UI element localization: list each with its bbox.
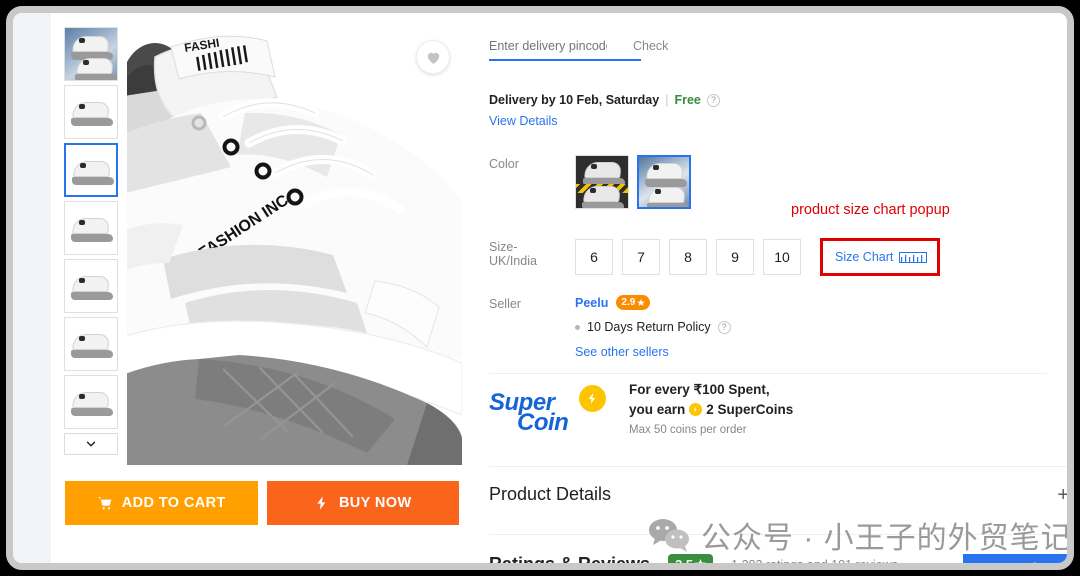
color-swatch-list (575, 155, 691, 209)
plus-icon[interactable]: + (1057, 485, 1067, 505)
supercoin-line-2-prefix: you earn (629, 402, 686, 417)
supercoin-line-3: Max 50 coins per order (629, 424, 747, 436)
buy-now-label: BUY NOW (338, 495, 412, 511)
supercoin-text: For every ₹100 Spent, you earn 2 SuperCo… (629, 382, 793, 436)
view-details-link[interactable]: View Details (489, 114, 558, 128)
seller-label: Seller (489, 297, 521, 311)
return-policy-line: 10 Days Return Policy ? (575, 320, 731, 334)
thumbnail-6-profile[interactable] (64, 317, 118, 371)
size-option-6[interactable]: 6 (575, 239, 613, 275)
lightning-bolt-icon (317, 496, 326, 510)
size-chart-highlight-box: Size Chart (820, 238, 941, 276)
thumbnail-5-top[interactable] (64, 259, 118, 313)
size-option-10[interactable]: 10 (763, 239, 801, 275)
color-attribute-row: Color (489, 155, 691, 209)
buy-now-button[interactable]: BUY NOW (266, 481, 459, 525)
product-gallery-column: FASHI FASHION INC ADD TO CART BUY NOW (51, 13, 471, 563)
size-chart-label: Size Chart (835, 250, 894, 264)
delivery-free-label: Free (674, 93, 701, 107)
lightning-bolt-icon (579, 385, 606, 412)
seller-attribute-row: Seller Peelu 2.9 10 Days Return Policy ? (489, 295, 731, 359)
color-label: Color (489, 157, 519, 171)
seller-rating-badge: 2.9 (616, 295, 651, 310)
add-to-cart-button[interactable]: ADD TO CART (65, 481, 258, 525)
ratings-count-text: 1,282 ratings and 101 reviews (731, 558, 898, 564)
see-other-sellers-link[interactable]: See other sellers (575, 345, 731, 359)
ratings-reviews-section: Ratings & Reviews 3.5 1,282 ratings and … (489, 554, 1067, 563)
supercoin-offer-block: Super Coin For every ₹100 Spent, you ear… (489, 381, 793, 437)
shopping-cart-icon (98, 497, 112, 510)
supercoin-logo-coin: Coin (517, 409, 569, 436)
seller-name-link[interactable]: Peelu (575, 296, 608, 310)
supercoin-line-2: you earn 2 SuperCoins (629, 402, 793, 417)
delivery-date-text: Delivery by 10 Feb, Saturday (489, 93, 660, 107)
bullet-icon (575, 324, 580, 330)
thumbnail-4-pair[interactable] (64, 201, 118, 255)
coin-icon (689, 403, 703, 416)
product-info-column: Check Delivery by 10 Feb, Saturday | Fre… (471, 13, 1067, 563)
supercoin-line-1: For every ₹100 Spent, (629, 382, 770, 397)
ratings-title: Ratings & Reviews (489, 554, 650, 563)
product-page: FASHI FASHION INC ADD TO CART BUY NOW En… (51, 13, 1067, 563)
supercoin-divider (489, 373, 1047, 374)
annotation-text: product size chart popup (791, 202, 950, 218)
color-swatch-1[interactable] (575, 155, 629, 209)
supercoin-logo: Super Coin (489, 381, 611, 437)
return-policy-text: 10 Days Return Policy (587, 320, 711, 334)
pincode-check-button[interactable]: Check (633, 39, 668, 53)
size-option-8[interactable]: 8 (669, 239, 707, 275)
pincode-underline (489, 59, 641, 61)
size-attribute-row: Size- UK/India 6 7 8 9 10 Size Chart (489, 238, 941, 276)
ruler-icon (899, 251, 928, 263)
ratings-divider (489, 534, 1067, 535)
wishlist-heart-button[interactable] (416, 40, 450, 74)
size-chart-link[interactable]: Size Chart (835, 250, 928, 264)
thumbnail-7-rear[interactable] (64, 375, 118, 429)
star-icon (695, 559, 707, 563)
supercoin-line-2-suffix: 2 SuperCoins (706, 402, 794, 417)
rating-score-badge: 3.5 (668, 554, 714, 563)
heart-icon (427, 52, 439, 64)
pincode-input[interactable] (489, 39, 607, 53)
hero-product-image[interactable]: FASHI FASHION INC (127, 27, 462, 465)
question-mark-icon[interactable]: ? (717, 320, 731, 334)
color-swatch-2[interactable] (637, 155, 691, 209)
sneaker-illustration: FASHI FASHION INC (127, 27, 462, 465)
browser-window-frame: FASHI FASHION INC ADD TO CART BUY NOW En… (6, 6, 1074, 570)
product-details-title: Product Details (489, 484, 612, 504)
delivery-estimate: Delivery by 10 Feb, Saturday | Free ? (489, 93, 720, 107)
star-icon (637, 298, 646, 306)
thumbnail-1-lifestyle[interactable] (64, 27, 118, 81)
chevron-down-icon[interactable] (64, 433, 118, 455)
product-details-divider (489, 466, 1067, 467)
size-label: Size- UK/India (489, 240, 537, 268)
seller-rating-value: 2.9 (621, 297, 636, 308)
size-option-9[interactable]: 9 (716, 239, 754, 275)
delivery-separator: | (665, 93, 669, 107)
seller-info: Peelu 2.9 10 Days Return Policy ? See ot… (575, 295, 731, 359)
question-mark-icon[interactable]: ? (706, 93, 720, 107)
size-option-7[interactable]: 7 (622, 239, 660, 275)
thumbnail-3-angle[interactable] (64, 143, 118, 197)
rating-score-value: 3.5 (675, 557, 693, 563)
thumbnail-2-side[interactable] (64, 85, 118, 139)
delivery-pincode-block: Check (489, 39, 668, 61)
purchase-actions: ADD TO CART BUY NOW (65, 481, 459, 525)
rate-product-button[interactable]: Rate Product (963, 554, 1067, 563)
size-option-list: 6 7 8 9 10 Size Chart (575, 238, 941, 276)
product-details-accordion[interactable]: Product Details + (489, 484, 1067, 505)
thumbnail-rail (64, 27, 120, 455)
page-gutter (13, 13, 51, 563)
add-to-cart-label: ADD TO CART (121, 495, 226, 511)
